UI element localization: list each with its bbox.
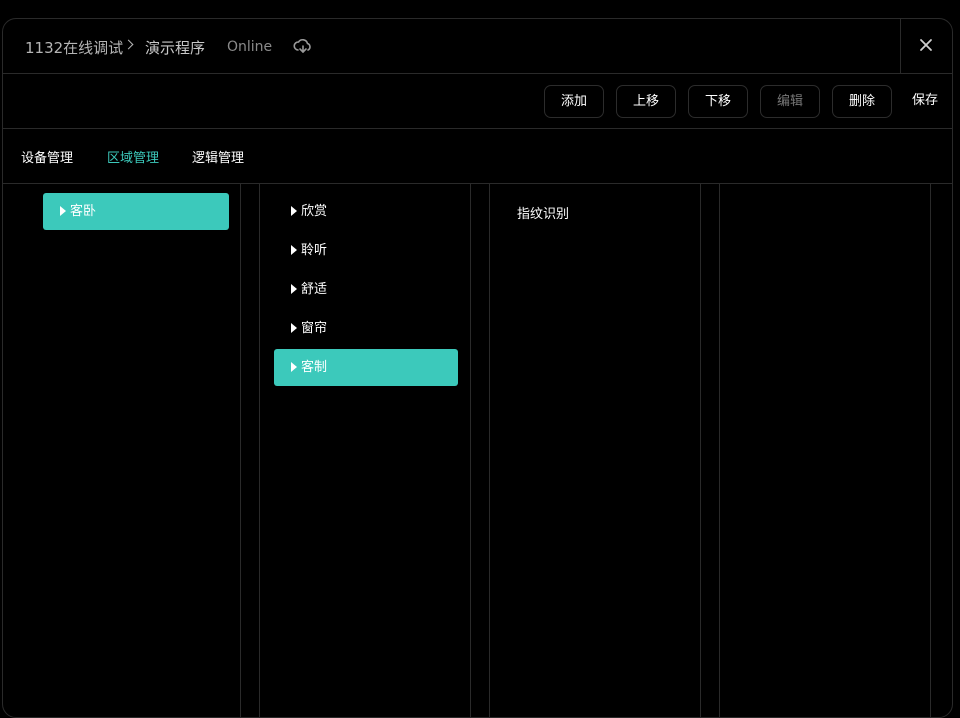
function-item-fingerprint[interactable]: 指纹识别 [517, 203, 569, 222]
room-item-label: 客卧 [70, 204, 97, 219]
column-divider [489, 184, 490, 717]
add-button[interactable]: 添加 [544, 85, 604, 118]
close-button[interactable] [900, 19, 952, 73]
caret-right-icon [291, 362, 297, 372]
tab-area-management[interactable]: 区域管理 [107, 147, 159, 166]
column-divider [700, 184, 701, 717]
caret-right-icon [60, 206, 66, 216]
group-item[interactable]: 欣赏 [274, 193, 458, 230]
caret-right-icon [291, 245, 297, 255]
move-down-button[interactable]: 下移 [688, 85, 748, 118]
breadcrumb-project[interactable]: 1132在线调试 [25, 37, 123, 58]
delete-button[interactable]: 删除 [832, 85, 892, 118]
tab-bar: 设备管理 区域管理 逻辑管理 [3, 129, 952, 184]
group-item[interactable]: 窗帘 [274, 310, 458, 347]
tab-logic-management[interactable]: 逻辑管理 [192, 147, 244, 166]
title-bar: 1132在线调试 演示程序 Online [3, 19, 952, 74]
move-up-button[interactable]: 上移 [616, 85, 676, 118]
dialog-window: 1132在线调试 演示程序 Online 添加 上移 下移 编辑 删除 保存 设… [2, 18, 953, 718]
edit-button[interactable]: 编辑 [760, 85, 820, 118]
breadcrumb-program: 演示程序 [145, 39, 206, 57]
group-item-label: 窗帘 [301, 321, 328, 336]
caret-right-icon [291, 284, 297, 294]
group-item[interactable]: 聆听 [274, 232, 458, 269]
chevron-right-icon [123, 39, 134, 50]
group-item-label: 聆听 [301, 243, 328, 258]
save-button[interactable]: 保存 [903, 85, 947, 118]
column-divider [930, 184, 931, 717]
column-divider [719, 184, 720, 717]
group-item-label: 舒适 [301, 282, 328, 297]
group-item-label: 客制 [301, 360, 328, 375]
caret-right-icon [291, 323, 297, 333]
group-item-selected[interactable]: 客制 [274, 349, 458, 386]
room-item-guest-bedroom[interactable]: 客卧 [43, 193, 229, 230]
group-item-label: 欣赏 [301, 204, 328, 219]
cloud-sync-icon [293, 38, 311, 53]
column-divider [259, 184, 260, 717]
connection-status: Online [227, 39, 273, 55]
group-item[interactable]: 舒适 [274, 271, 458, 308]
column-divider [240, 184, 241, 717]
column-divider [470, 184, 471, 717]
tab-device-management[interactable]: 设备管理 [21, 147, 73, 166]
caret-right-icon [291, 206, 297, 216]
toolbar: 添加 上移 下移 编辑 删除 保存 [3, 74, 952, 129]
close-icon[interactable] [918, 37, 934, 53]
